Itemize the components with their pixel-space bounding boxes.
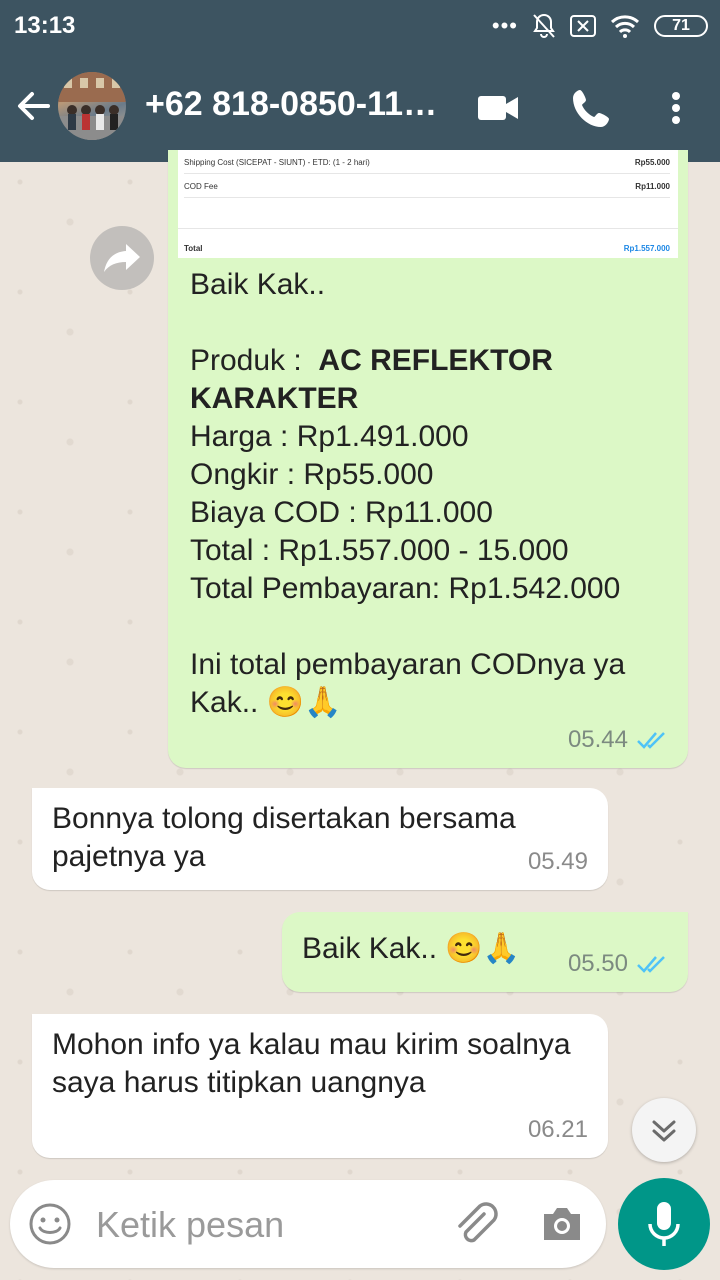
receipt-row-value: Rp11.000 — [635, 182, 670, 191]
forward-icon — [104, 244, 140, 272]
message-time: 05.50 — [567, 950, 628, 977]
message-line: Harga : Rp1.491.000 — [190, 420, 469, 453]
wifi-icon — [610, 15, 640, 38]
forward-button[interactable] — [90, 226, 154, 290]
status-time: 13:13 — [14, 12, 76, 39]
double-check-icon — [637, 732, 665, 749]
message-line: Biaya COD : Rp11.000 — [190, 496, 493, 529]
chevron-double-down-icon — [652, 1120, 676, 1142]
product-label: Produk : — [190, 344, 319, 377]
message-incoming[interactable]: Mohon info ya kalau mau kirim soalnya sa… — [32, 1014, 608, 1158]
receipt-total: Total Rp1.557.000 — [184, 244, 670, 258]
avatar[interactable] — [58, 72, 126, 140]
chat-header: +62 818-0850-11… — [0, 52, 720, 162]
receipt-row-label: Shipping Cost (SICEPAT - SIUNT) - ETD: (… — [184, 158, 370, 167]
receipt-row-label: COD Fee — [184, 182, 218, 191]
receipt-row-value: Rp55.000 — [634, 158, 670, 167]
sim-off-icon — [570, 15, 596, 37]
more-notifications-icon: ••• — [491, 13, 518, 38]
battery-indicator: 71 — [654, 15, 708, 37]
video-call-icon[interactable] — [474, 84, 522, 132]
message-meta: 05.49 — [528, 848, 588, 876]
receipt-total-label: Total — [184, 244, 203, 253]
double-check-icon — [637, 956, 665, 973]
message-outgoing[interactable]: Baik Kak.. 😊🙏 05.50 — [282, 912, 688, 992]
message-list[interactable]: Shipping Cost (SICEPAT - SIUNT) - ETD: (… — [0, 150, 720, 1172]
arrow-left-icon[interactable] — [14, 86, 54, 126]
message-line: Total Pembayaran: Rp1.542.000 — [190, 572, 621, 605]
microphone-icon — [648, 1202, 680, 1246]
message-text: Baik Kak.. — [190, 268, 326, 301]
message-meta: 06.21 — [528, 1116, 588, 1144]
message-text: Ini total pembayaran CODnya ya Kak.. 😊🙏 — [190, 648, 634, 719]
receipt-image[interactable]: Shipping Cost (SICEPAT - SIUNT) - ETD: (… — [178, 150, 678, 258]
message-product: Produk : AC REFLEKTOR KARAKTER — [190, 342, 670, 418]
bell-muted-icon — [533, 13, 555, 38]
phone-icon[interactable] — [568, 84, 616, 132]
message-incoming[interactable]: Bonnya tolong disertakan bersama pajetny… — [32, 788, 608, 890]
emoji-icon[interactable] — [28, 1202, 72, 1246]
message-composer[interactable]: Ketik pesan — [10, 1180, 606, 1268]
message-text: Mohon info ya kalau mau kirim soalnya sa… — [52, 1028, 579, 1099]
receipt-total-value: Rp1.557.000 — [623, 244, 670, 253]
message-time: 06.21 — [527, 1116, 588, 1143]
receipt-row: Shipping Cost (SICEPAT - SIUNT) - ETD: (… — [184, 158, 670, 174]
message-text: Baik Kak.. 😊🙏 — [302, 932, 521, 965]
message-input[interactable]: Ketik pesan — [96, 1204, 284, 1246]
message-outgoing[interactable]: Shipping Cost (SICEPAT - SIUNT) - ETD: (… — [168, 150, 688, 768]
message-meta: 05.44 — [568, 726, 668, 754]
message-time: 05.44 — [567, 726, 628, 753]
status-bar: 13:13 ••• 71 — [0, 0, 720, 52]
scroll-to-bottom-button[interactable] — [632, 1098, 696, 1162]
receipt-row: COD Fee Rp11.000 — [184, 182, 670, 198]
contact-name[interactable]: +62 818-0850-11… — [145, 85, 455, 124]
more-vert-icon[interactable] — [652, 84, 700, 132]
message-line: Total : Rp1.557.000 - 15.000 — [190, 534, 569, 567]
message-text: Bonnya tolong disertakan bersama pajetny… — [52, 802, 524, 873]
message-meta: 05.50 — [568, 950, 668, 978]
message-time: 05.49 — [527, 848, 588, 875]
paperclip-icon[interactable] — [450, 1200, 500, 1250]
mic-button[interactable] — [618, 1178, 710, 1270]
camera-icon[interactable] — [540, 1204, 584, 1244]
message-line: Ongkir : Rp55.000 — [190, 458, 434, 491]
